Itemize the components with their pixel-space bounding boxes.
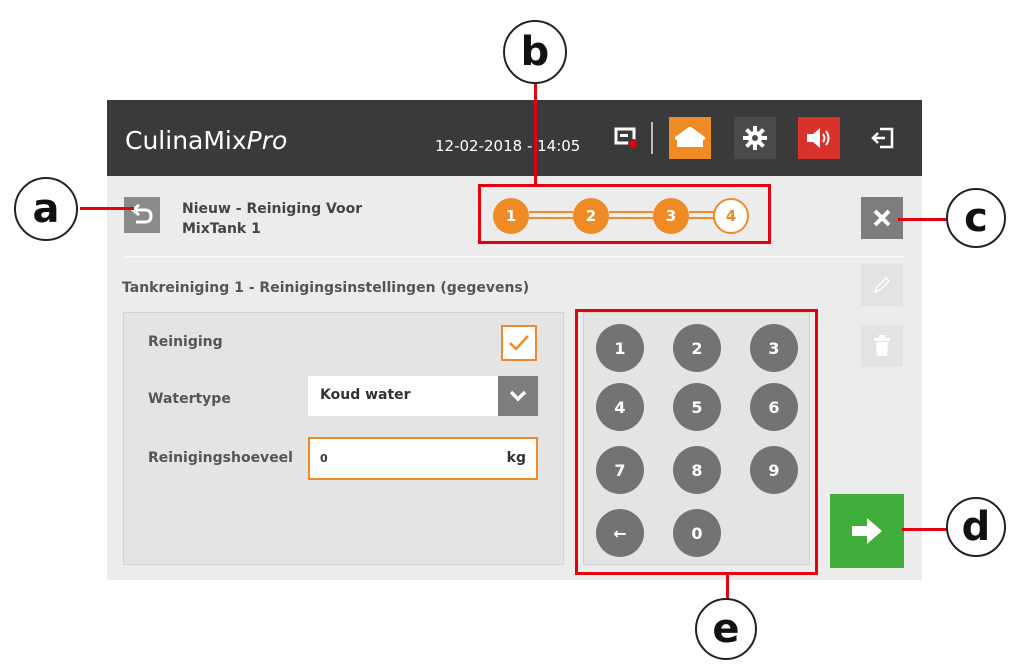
- close-button[interactable]: [861, 197, 903, 239]
- speaker-icon: [807, 128, 830, 148]
- amount-input[interactable]: 0 kg: [308, 437, 538, 480]
- cleaning-label: Reiniging: [148, 334, 223, 350]
- chevron-down-icon: [509, 390, 527, 402]
- settings-button[interactable]: [734, 117, 776, 159]
- callout-e: e: [695, 598, 757, 660]
- pencil-icon: [873, 276, 891, 294]
- annotation-line-d: [902, 528, 948, 531]
- page-title-line2: MixTank 1: [182, 221, 261, 237]
- cleaning-settings-form: Reiniging Watertype Koud water Reiniging…: [123, 312, 564, 565]
- top-bar: CulinaMixPro 12-02-2018 - 14:05: [107, 100, 922, 176]
- checkmark-icon: [509, 335, 529, 351]
- home-icon: [675, 127, 705, 147]
- toolbar-separator: [651, 122, 653, 154]
- watertype-value: Koud water: [320, 387, 411, 403]
- callout-a: a: [14, 177, 78, 241]
- brand-main: CulinaMix: [125, 126, 247, 155]
- watertype-label: Watertype: [148, 391, 231, 407]
- sound-button[interactable]: [798, 117, 840, 159]
- next-button[interactable]: [830, 494, 904, 568]
- callout-c: c: [946, 188, 1006, 248]
- watertype-select[interactable]: Koud water: [308, 376, 538, 416]
- dropdown-toggle[interactable]: [498, 376, 538, 416]
- monitor-record-icon: [614, 127, 638, 149]
- back-button[interactable]: [124, 197, 160, 233]
- edit-button[interactable]: [861, 264, 903, 306]
- app-brand: CulinaMixPro: [125, 126, 287, 155]
- logout-icon: [871, 127, 894, 149]
- brand-italic: Pro: [246, 126, 288, 155]
- arrow-right-icon: [852, 518, 882, 544]
- gear-icon: [743, 126, 767, 150]
- annotation-line-c: [898, 218, 948, 221]
- trash-icon: [874, 335, 890, 356]
- callout-b: b: [503, 20, 567, 84]
- annotation-box-steps: [478, 184, 771, 244]
- close-icon: [873, 209, 891, 227]
- page-title: Nieuw - Reiniging Voor MixTank 1: [182, 199, 412, 239]
- amount-value: 0: [320, 452, 328, 465]
- home-button[interactable]: [669, 117, 711, 159]
- monitor-record-button[interactable]: [609, 120, 645, 156]
- page-title-line1: Nieuw - Reiniging Voor: [182, 201, 363, 217]
- cleaning-checkbox[interactable]: [501, 325, 537, 361]
- logout-button[interactable]: [862, 117, 904, 159]
- date-time: 12-02-2018 - 14:05: [435, 137, 581, 155]
- annotation-line-b: [534, 84, 537, 186]
- header-divider: [123, 256, 903, 258]
- amount-unit: kg: [506, 450, 526, 466]
- callout-d: d: [946, 497, 1006, 557]
- delete-button[interactable]: [861, 325, 903, 367]
- annotation-box-keypad: [575, 309, 818, 575]
- annotation-line-a: [80, 207, 134, 210]
- amount-label: Reinigingshoeveel: [148, 450, 293, 466]
- section-title: Tankreiniging 1 - Reinigingsinstellingen…: [122, 280, 530, 296]
